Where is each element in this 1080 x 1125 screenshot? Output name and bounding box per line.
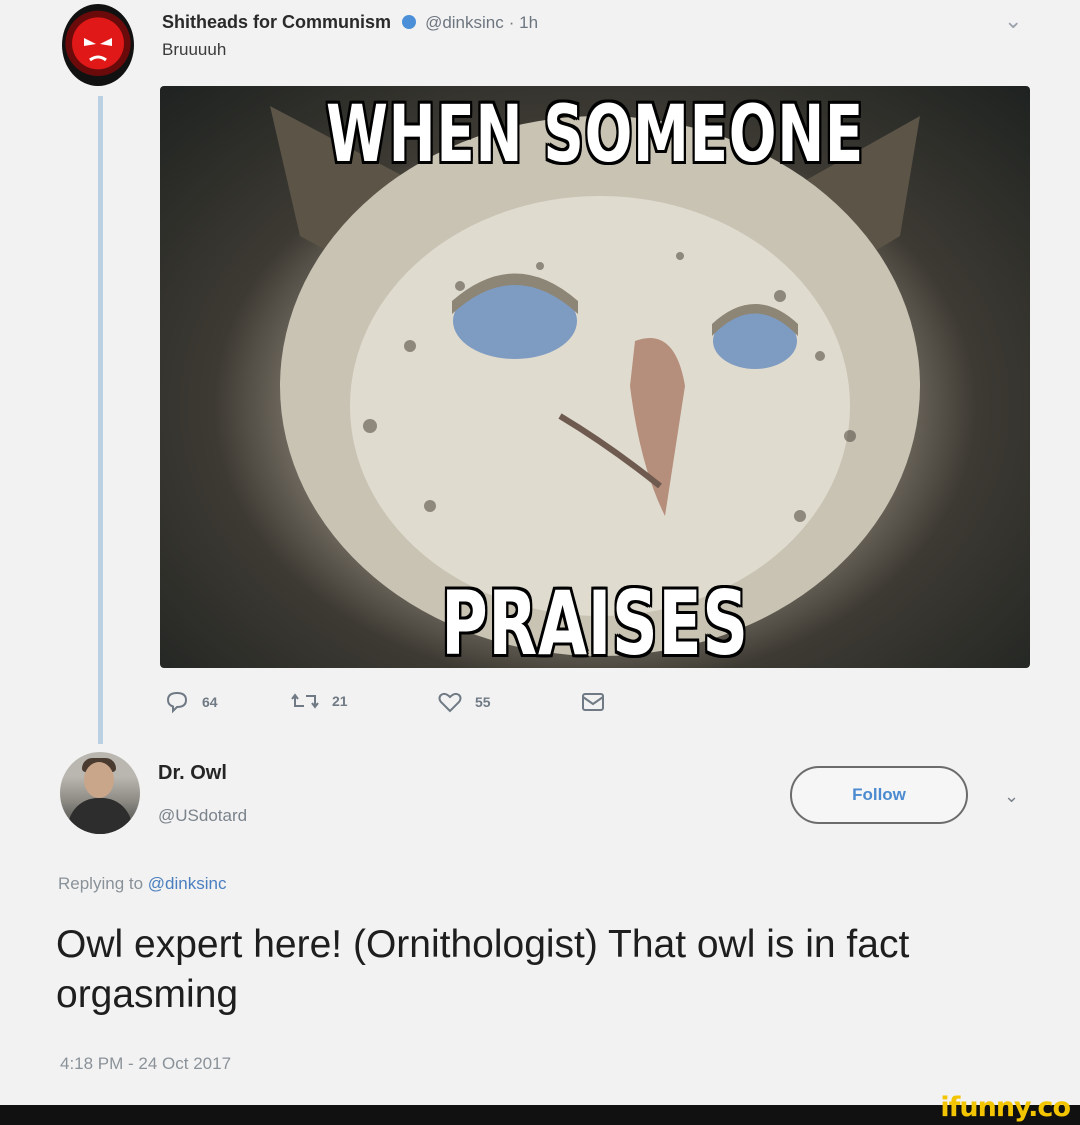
thread-connector-line xyxy=(98,96,103,744)
verified-badge-icon xyxy=(402,15,417,29)
ifunny-watermark: ifunny.co xyxy=(940,1092,1071,1123)
retweet-button[interactable]: 21 xyxy=(290,690,348,712)
tweet-time[interactable]: · 1h xyxy=(509,13,538,32)
replying-prefix: Replying to xyxy=(58,874,144,893)
tweet-text: Bruuuuh xyxy=(162,40,227,59)
chevron-down-icon[interactable]: ⌄ xyxy=(1004,8,1022,34)
chevron-down-icon[interactable]: ⌄ xyxy=(1004,786,1019,807)
watermark-bar xyxy=(0,1105,1080,1125)
reply-count: 64 xyxy=(202,694,218,710)
tweet-timestamp[interactable]: 4:18 PM - 24 Oct 2017 xyxy=(60,1054,231,1074)
handle[interactable]: @dinksinc xyxy=(425,13,504,32)
meme-bottom-caption: PRAISES CAPITALISM xyxy=(441,572,749,668)
display-name[interactable]: Dr. Owl xyxy=(158,762,227,785)
like-button[interactable]: 55 xyxy=(437,690,491,714)
like-count: 55 xyxy=(475,694,491,710)
replying-to: Replying to @dinksinc xyxy=(58,874,226,894)
replying-mention-link[interactable]: @dinksinc xyxy=(148,874,227,893)
reply-icon xyxy=(166,691,188,714)
avatar[interactable] xyxy=(62,4,134,86)
tweet-text: Owl expert here! (Ornithologist) That ow… xyxy=(56,923,910,1016)
handle[interactable]: @USdotard xyxy=(158,806,247,826)
avatar[interactable] xyxy=(60,752,140,834)
angry-face-icon xyxy=(84,38,112,62)
reply-button[interactable]: 64 xyxy=(164,690,218,714)
retweet-count: 21 xyxy=(332,693,348,709)
meme-image[interactable]: WHEN SOMEONE PRAISES CAPITALISM xyxy=(160,86,1030,668)
display-name[interactable]: Shitheads for Communism xyxy=(162,12,391,32)
retweet-icon xyxy=(291,693,319,709)
message-icon xyxy=(582,693,604,711)
meme-top-caption: WHEN SOMEONE xyxy=(325,90,865,180)
follow-button[interactable]: Follow xyxy=(790,766,968,824)
tweet-header: Shitheads for Communism @dinksinc · 1h xyxy=(162,12,538,33)
direct-message-button[interactable] xyxy=(580,690,606,714)
heart-icon xyxy=(438,692,462,713)
